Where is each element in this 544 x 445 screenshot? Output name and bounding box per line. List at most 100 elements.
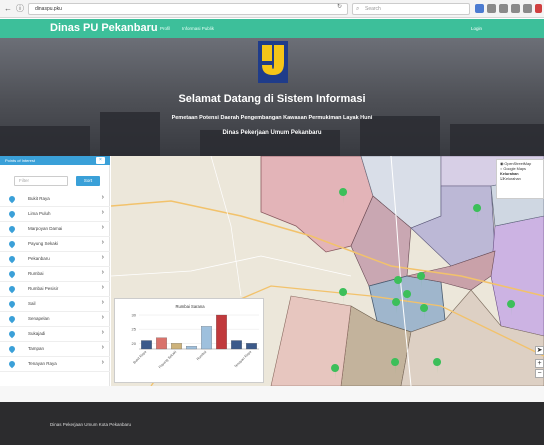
home-icon[interactable] (511, 4, 520, 13)
sidebar-item[interactable]: Bukit Raya › (0, 192, 110, 207)
chart-svg: Rumbai Sarana 20 25 30 Bukit Raya Payung Seka… (132, 304, 259, 369)
sort-button[interactable]: Sort (76, 176, 100, 186)
locate-icon[interactable]: ➤ (535, 346, 544, 355)
chevron-right-icon: › (101, 239, 104, 246)
map-pin-icon (7, 329, 17, 339)
sidebar-item[interactable]: Marpoyan Damai › (0, 222, 110, 237)
sidebar-item-label: Tampan (28, 346, 45, 351)
map-pin-icon (7, 254, 17, 264)
chart-bar (246, 343, 257, 350)
filter-input[interactable]: Filter (14, 176, 68, 186)
sidebar-item[interactable]: Rumbai Pesisir › (0, 282, 110, 297)
city-silhouette (450, 124, 544, 156)
chevron-right-icon: › (101, 269, 104, 276)
reader-icon[interactable] (487, 4, 496, 13)
footer-text: Dinas Pekerjaan Umum Kota Pekanbaru (50, 422, 132, 427)
sidebar-title: Points of Interest (5, 158, 36, 163)
chart-panel: Rumbai Sarana 20 25 30 Bukit Raya Payung Seka… (114, 298, 264, 383)
sidebar-item-label: Marpoyan Damai (28, 226, 63, 231)
chart-bar (216, 314, 227, 350)
layer-kelurahan-label: Kelurahan (503, 177, 521, 181)
sidebar-item[interactable]: Sukajadi › (0, 327, 110, 342)
address-bar[interactable]: dinaspu.pku (28, 3, 348, 15)
chevron-right-icon: › (101, 314, 104, 321)
chart-bar (156, 337, 167, 350)
x-tick-label: Payung Sekaki (158, 350, 177, 369)
x-tick-label: Tenayan Raya (234, 350, 253, 369)
reload-icon[interactable]: ↻ (337, 3, 342, 10)
back-icon[interactable]: ← (3, 4, 13, 14)
sidebar-item-label: Sukajadi (28, 331, 46, 336)
sidebar-item[interactable]: Senapelan › (0, 312, 110, 327)
chevron-right-icon: › (101, 359, 104, 366)
x-tick-label: Bukit Raya (132, 350, 147, 365)
y-tick-label: 20 (132, 341, 137, 346)
chart-bar (201, 326, 212, 350)
map-pin-icon (7, 194, 17, 204)
footer: Dinas Pekerjaan Umum Kota Pekanbaru (0, 402, 544, 445)
sidebar-header: Points of Interest × (0, 156, 110, 165)
map-pin-icon (7, 344, 17, 354)
sidebar-item-label: Pekanbaru (28, 256, 50, 261)
y-tick-label: 30 (132, 313, 137, 318)
map-pin-icon (7, 359, 17, 369)
sidebar-item-label: Rumbai Pesisir (28, 286, 59, 291)
sidebar-item-label: Senapelan (28, 316, 50, 321)
hero-banner: Selamat Datang di Sistem Informasi Pemet… (0, 38, 544, 156)
sidebar-item-label: Bukit Raya (28, 196, 50, 201)
chart-bar (171, 343, 182, 350)
sidebar-item-label: Sail (28, 301, 36, 306)
search-icon: ⌕ (356, 6, 360, 12)
hero-subtitle: Pemetaan Potensi Daerah Pengembangan Kaw… (171, 115, 373, 121)
nav-link-informasi-publik[interactable]: Informasi Publik (182, 26, 214, 31)
map-pin-icon (7, 299, 17, 309)
chevron-right-icon: › (101, 209, 104, 216)
sidebar-item[interactable]: Payung Sekaki › (0, 237, 110, 252)
chart-bar (231, 340, 242, 350)
close-icon[interactable]: × (96, 157, 105, 164)
main-content: Points of Interest × Filter Sort Bukit R… (0, 156, 544, 386)
chart-title: Rumbai Sarana (175, 304, 205, 309)
sidebar-item[interactable]: Pekanbaru › (0, 252, 110, 267)
layer-checkbox-kelurahan[interactable]: ☑Kelurahan (500, 177, 540, 182)
y-tick-label: 25 (132, 327, 137, 332)
pocket-icon[interactable] (523, 4, 532, 13)
login-link[interactable]: Login (471, 26, 482, 31)
sidebar-item-label: Lima Puluh (28, 211, 51, 216)
hero-subtitle-agency: Dinas Pekerjaan Umum Pekanbaru (222, 130, 322, 136)
sidebar-item[interactable]: Lima Puluh › (0, 207, 110, 222)
chevron-right-icon: › (101, 329, 104, 336)
map-pin-icon (7, 314, 17, 324)
map-view[interactable]: ◉ OpenStreetMap ○ Google Maps Kelurahan … (111, 156, 544, 386)
map-pin-icon (7, 239, 17, 249)
sidebar-item[interactable]: Rumbai › (0, 267, 110, 282)
sidebar-item-label: Payung Sekaki (28, 241, 59, 246)
browser-toolbar: ← ⓘ dinaspu.pku ↻ ⌕ Search (0, 0, 544, 18)
chevron-right-icon: › (101, 284, 104, 291)
download-icon[interactable] (499, 4, 508, 13)
map-pin-icon (7, 269, 17, 279)
search-placeholder: Search (365, 6, 381, 12)
zoom-out-button[interactable]: − (535, 369, 544, 378)
city-silhouette (360, 116, 440, 156)
menu-icon[interactable] (535, 4, 542, 13)
bookmark-star-icon[interactable] (475, 4, 484, 13)
sidebar-item[interactable]: Sail › (0, 297, 110, 312)
base-option-google-label: Google Maps (503, 167, 526, 171)
info-icon[interactable]: ⓘ (15, 4, 25, 14)
sidebar-item[interactable]: Tampan › (0, 342, 110, 357)
chart-bar (141, 340, 152, 350)
zoom-in-button[interactable]: + (535, 359, 544, 368)
sidebar-item-label: Rumbai (28, 271, 44, 276)
base-option-osm-label: OpenStreetMap (504, 162, 532, 166)
map-pin-icon (7, 224, 17, 234)
poi-sidebar: Points of Interest × Filter Sort Bukit R… (0, 156, 110, 386)
page-spacer (0, 386, 544, 402)
sidebar-item[interactable]: Tenayan Raya › (0, 357, 110, 372)
brand-title[interactable]: Dinas PU Pekanbaru (50, 22, 158, 34)
sidebar-item-label: Tenayan Raya (28, 361, 57, 366)
nav-link-profil[interactable]: Profil (160, 26, 170, 31)
chevron-right-icon: › (101, 344, 104, 351)
chevron-right-icon: › (101, 299, 104, 306)
browser-search-input[interactable]: ⌕ Search (352, 3, 470, 15)
